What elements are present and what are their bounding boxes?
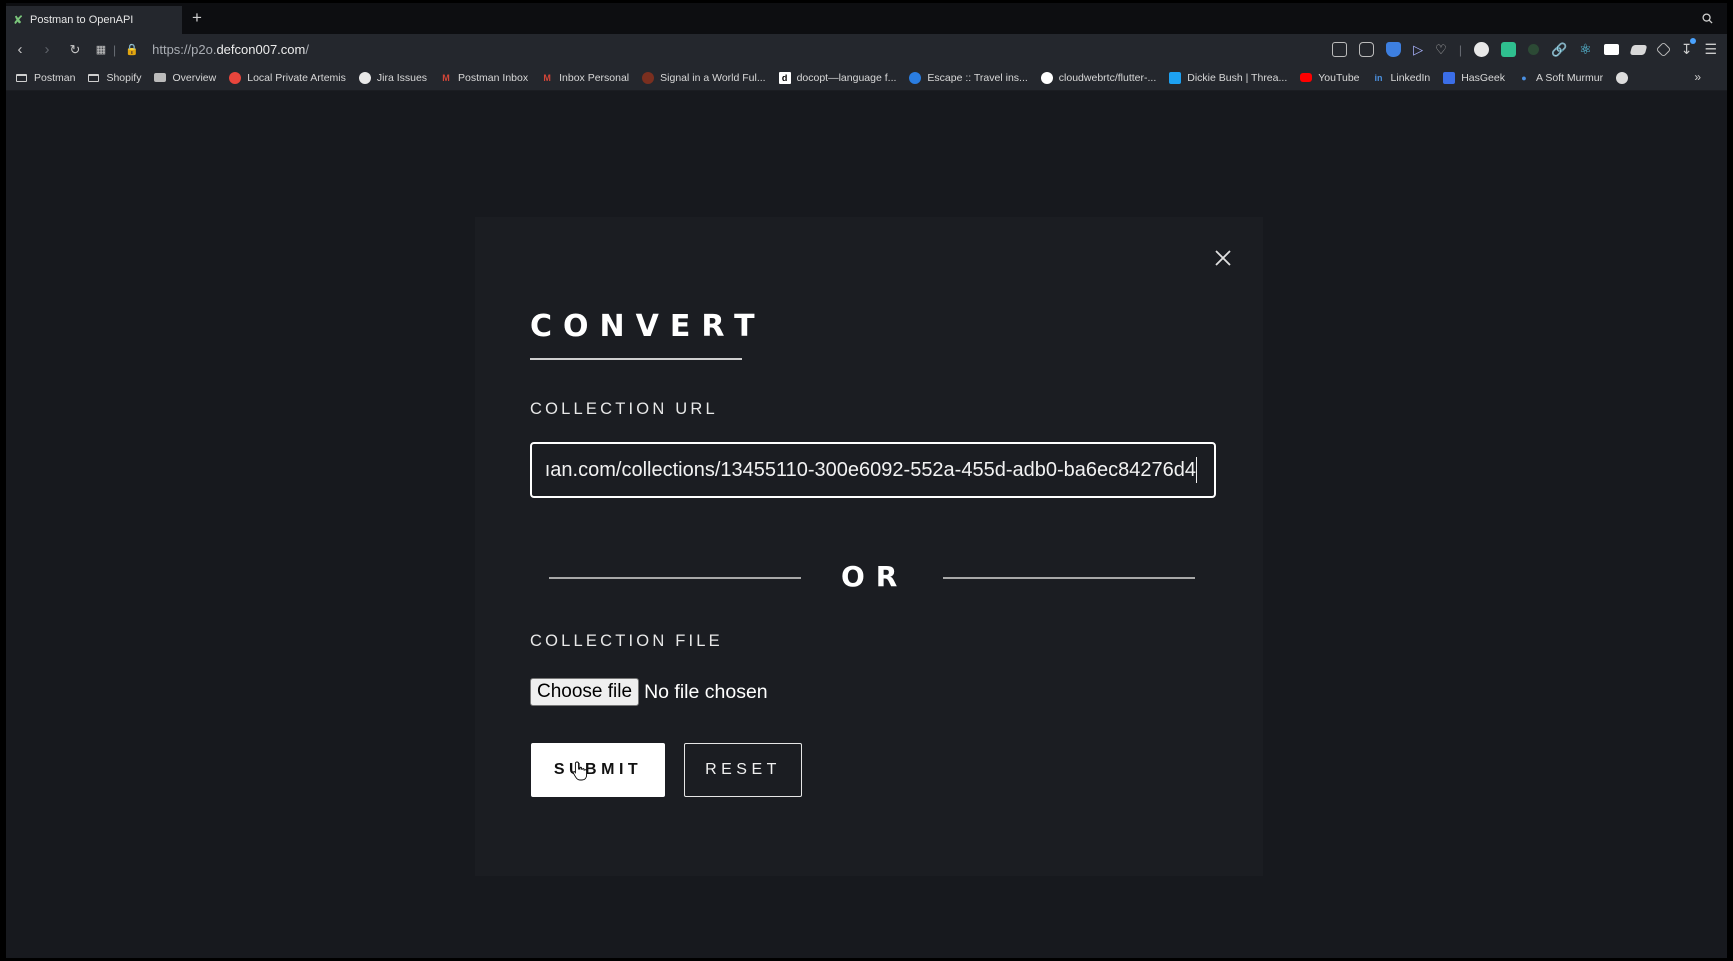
gmail-icon: M — [442, 72, 450, 83]
tab-bar: ✘ Postman to OpenAPI + — [6, 3, 1727, 34]
bookmark-local-private-artemis[interactable]: Local Private Artemis — [229, 71, 346, 84]
collection-url-input[interactable]: ıan.com/collections/13455110-300e6092-55… — [530, 442, 1216, 498]
download-icon[interactable]: ↧ — [1681, 38, 1697, 58]
page-title: CONVERT — [530, 309, 766, 344]
address-bar[interactable]: https://p2o.defcon007.com/ — [152, 42, 309, 57]
close-icon[interactable] — [1212, 247, 1234, 269]
profile-extension-icon[interactable] — [1473, 42, 1489, 57]
tab-favicon-icon: ✘ — [13, 13, 24, 27]
collection-url-value: ıan.com/collections/13455110-300e6092-55… — [544, 459, 1196, 481]
bookmark-cloudwebrtc[interactable]: cloudwebrtc/flutter-... — [1040, 71, 1156, 84]
extension-icons: ▷ ♡ | 🔗 ⚛ ↧ ☰ — [1332, 34, 1717, 65]
or-divider-text: OR — [841, 560, 909, 593]
bookmark-hasgeek[interactable]: HasGeek — [1443, 71, 1505, 84]
car-icon — [154, 73, 167, 82]
collection-file-label: COLLECTION FILE — [530, 632, 723, 650]
bookmarks-bar: Postman Shopify Overview Local Private A… — [6, 65, 1727, 91]
menu-icon[interactable]: ☰ — [1704, 41, 1717, 58]
bookmark-docopt[interactable]: d docopt—language f... — [778, 71, 896, 84]
browser-window: ✘ Postman to OpenAPI + ‹ › ↻ ▦ | 🔒 https… — [6, 3, 1727, 958]
bookmark-signal[interactable]: Signal in a World Ful... — [642, 71, 766, 84]
camera-icon[interactable] — [1359, 42, 1375, 57]
new-tab-button[interactable]: + — [192, 8, 202, 28]
linkedin-icon: in — [1374, 72, 1383, 83]
convert-panel: CONVERT COLLECTION URL ıan.com/collectio… — [475, 217, 1263, 876]
bookmark-youtube[interactable]: YouTube — [1300, 72, 1360, 84]
heart-icon[interactable]: ♡ — [1435, 42, 1447, 58]
separator: | — [113, 42, 117, 57]
reload-icon[interactable]: ↻ — [65, 42, 85, 58]
bookmark-linkedin[interactable]: in LinkedIn — [1373, 72, 1431, 84]
screen-extension-icon[interactable] — [1603, 44, 1619, 55]
tab-postman-to-openapi[interactable]: ✘ Postman to OpenAPI — [6, 6, 182, 34]
bookmark-escape[interactable]: Escape :: Travel ins... — [909, 71, 1028, 84]
cube-icon[interactable] — [1655, 41, 1671, 58]
tab-title: Postman to OpenAPI — [30, 14, 134, 26]
forward-icon[interactable]: › — [37, 41, 57, 58]
lock-icon[interactable]: 🔒 — [122, 43, 142, 56]
tab-grid-icon[interactable]: ▦ — [91, 43, 111, 56]
react-devtools-icon[interactable]: ⚛ — [1579, 41, 1592, 58]
or-divider-left — [549, 577, 801, 579]
url-suffix: / — [305, 42, 309, 57]
youtube-icon — [1300, 73, 1313, 82]
choose-file-button[interactable]: Choose file — [530, 678, 640, 706]
docopt-icon: d — [778, 71, 791, 84]
gmail-icon: M — [543, 72, 551, 83]
github-icon — [1040, 71, 1053, 84]
jira-icon — [358, 71, 371, 84]
bookmarks-overflow-icon[interactable]: » — [1694, 70, 1701, 84]
folder-icon — [16, 73, 27, 82]
drop-icon: ● — [1521, 72, 1527, 83]
twitter-icon — [1169, 71, 1182, 84]
check-extension-icon[interactable] — [1500, 42, 1516, 57]
collection-file-input[interactable]: Choose file No file chosen — [530, 678, 768, 706]
link-icon[interactable]: 🔗 — [1551, 42, 1567, 58]
extra-bookmark-icon[interactable] — [1616, 71, 1629, 84]
url-prefix: https://p2o. — [152, 42, 217, 57]
or-divider-right — [943, 577, 1195, 579]
folder-icon — [88, 73, 100, 82]
dot-extension-icon[interactable] — [1527, 44, 1539, 55]
wallet-extension-icon[interactable] — [1629, 44, 1648, 55]
toolbar-separator: | — [1458, 42, 1462, 57]
escape-icon — [909, 71, 922, 84]
bookmark-postman-inbox[interactable]: M Postman Inbox — [440, 72, 528, 84]
back-icon[interactable]: ‹ — [10, 41, 30, 58]
bookmark-shopify[interactable]: Shopify — [88, 72, 141, 84]
shield-icon[interactable] — [1386, 42, 1402, 57]
nav-bar: ‹ › ↻ ▦ | 🔒 https://p2o.defcon007.com/ ▷… — [6, 34, 1727, 65]
reset-button[interactable]: RESET — [684, 743, 802, 797]
hand-cursor-icon — [572, 761, 588, 781]
bookmark-a-soft-murmur[interactable]: ● A Soft Murmur — [1518, 72, 1603, 84]
send-icon[interactable]: ▷ — [1413, 42, 1423, 58]
url-domain: defcon007.com — [216, 42, 306, 57]
bookmark-jira-issues[interactable]: Jira Issues — [358, 71, 427, 84]
bookmark-postman[interactable]: Postman — [16, 72, 75, 84]
submit-button[interactable]: SUBMIT — [531, 743, 665, 797]
hasgeek-icon — [1443, 71, 1456, 84]
bookmark-overview[interactable]: Overview — [154, 72, 216, 84]
signal-icon — [642, 71, 655, 84]
collection-url-label: COLLECTION URL — [530, 400, 718, 418]
text-caret — [1195, 457, 1197, 483]
tab-search-icon[interactable] — [1702, 13, 1713, 24]
artemis-icon — [229, 71, 242, 84]
bookmark-dickie-bush[interactable]: Dickie Bush | Threa... — [1169, 71, 1287, 84]
title-underline — [530, 358, 742, 360]
bookmark-inbox-personal[interactable]: M Inbox Personal — [541, 72, 629, 84]
edit-icon[interactable] — [1332, 42, 1348, 57]
file-status-text: No file chosen — [644, 680, 768, 703]
